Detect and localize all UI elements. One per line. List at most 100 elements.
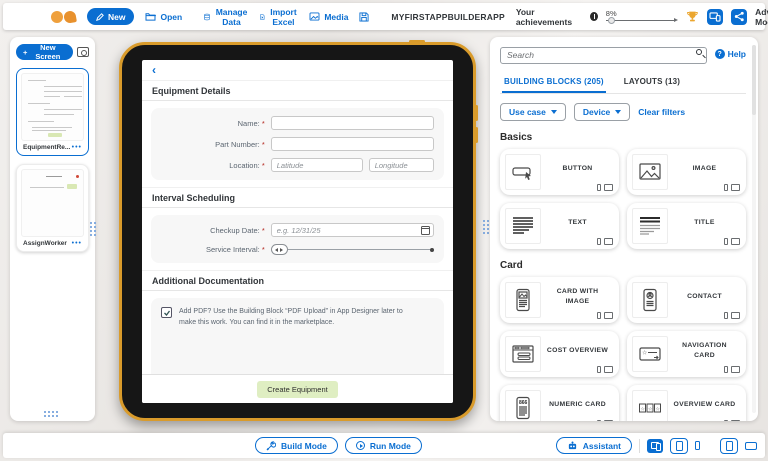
slider-handle[interactable] [271, 244, 288, 255]
part-number-input[interactable] [271, 137, 434, 151]
tablet-power-button [409, 40, 425, 43]
svg-text:☆: ☆ [648, 406, 653, 412]
trophy-icon[interactable] [686, 9, 699, 24]
app-screen: ‹ Equipment Details Name: * Part Number:… [142, 60, 453, 403]
checkup-date-row: Checkup Date: * [161, 223, 434, 237]
tablet-icon [676, 441, 683, 451]
database-icon [204, 12, 210, 22]
achievements-progress[interactable]: 8% [606, 9, 678, 25]
device-canvas-tablet: ‹ Equipment Details Name: * Part Number:… [119, 42, 476, 421]
progress-knob[interactable] [608, 17, 615, 24]
scrollbar[interactable] [752, 45, 756, 413]
pdf-checkbox[interactable] [161, 307, 172, 318]
scrollbar-thumb[interactable] [752, 45, 756, 115]
chevron-down-icon [615, 110, 621, 114]
block-label: IMAGE [668, 164, 741, 180]
run-mode-button[interactable]: Run Mode [345, 437, 422, 454]
new-button[interactable]: New [87, 8, 134, 25]
block-label: BUTTON [541, 164, 614, 180]
screens-panel-resize-handle[interactable] [88, 220, 96, 237]
screen-menu-button[interactable]: ••• [72, 242, 82, 246]
screen-name: AssignWorker [23, 240, 67, 247]
block-card-card-with-image[interactable]: CARD WITH IMAGE [500, 277, 619, 323]
portrait-orientation-button[interactable] [720, 438, 738, 454]
calendar-icon[interactable] [421, 226, 430, 235]
block-card-overview-card[interactable]: ☆☆☆ OVERVIEW CARD [627, 385, 746, 422]
supported-devices [724, 312, 740, 319]
supported-devices [724, 184, 740, 191]
open-button-label: Open [160, 12, 182, 22]
phone-view-button[interactable] [695, 441, 700, 450]
longitude-input[interactable] [369, 158, 434, 172]
share-button[interactable] [731, 9, 747, 25]
back-button[interactable]: ‹ [152, 64, 156, 76]
block-card-image[interactable]: IMAGE [627, 149, 746, 195]
checkup-date-input[interactable] [271, 223, 434, 237]
info-icon[interactable] [590, 12, 598, 21]
block-card-navigation-card[interactable]: ☆ NAVIGATION CARD [627, 331, 746, 377]
build-mode-button[interactable]: Build Mode [255, 437, 338, 454]
svg-text:☆: ☆ [641, 406, 646, 412]
screen-thumbnail-equipment[interactable]: EquipmentRe... ••• [16, 68, 89, 156]
tab-layouts[interactable]: LAYOUTS (13) [622, 73, 682, 93]
screen-preview [21, 169, 84, 237]
screen-title: Equipment Details [152, 86, 231, 96]
block-card-numeric-card[interactable]: 866 NUMERIC CARD [500, 385, 619, 422]
save-button[interactable] [359, 12, 369, 22]
name-input[interactable] [271, 116, 434, 130]
open-button[interactable]: Open [145, 12, 182, 22]
phone-icon [724, 420, 728, 422]
tab-building-blocks[interactable]: BUILDING BLOCKS (205) [502, 73, 606, 93]
image-icon [632, 154, 668, 190]
screen-name: EquipmentRe... [23, 144, 70, 151]
assistant-button[interactable]: Assistant [556, 437, 632, 454]
screens-panel-bottom-handle[interactable] [42, 409, 60, 417]
block-card-cost-overview[interactable]: COST OVERVIEW [500, 331, 619, 377]
part-number-field-row: Part Number: * [161, 137, 434, 151]
landscape-icon [745, 442, 757, 450]
preview-devices-button[interactable] [707, 9, 723, 25]
media-image-icon [309, 12, 320, 21]
desktop-icon [604, 420, 613, 421]
chevron-down-icon [551, 110, 557, 114]
latitude-input[interactable] [271, 158, 363, 172]
tablet-volume-up-button [475, 105, 478, 121]
contact-icon [632, 282, 668, 318]
slider-end-dot [430, 248, 434, 252]
block-card-contact[interactable]: CONTACT [627, 277, 746, 323]
tablet-view-button[interactable] [670, 438, 688, 454]
camera-icon[interactable] [77, 47, 89, 57]
location-field-row: Location: * [161, 158, 434, 172]
manage-data-button[interactable]: Manage Data [204, 7, 249, 27]
canvas-resize-handle[interactable] [481, 218, 489, 235]
progress-track [606, 20, 674, 21]
screen-menu-button[interactable]: ••• [72, 146, 82, 150]
new-screen-label: New Screen [29, 43, 66, 61]
portrait-selected-frame [720, 438, 738, 454]
block-card-button[interactable]: BUTTON [500, 149, 619, 195]
screen-thumbnail-assignworker[interactable]: AssignWorker ••• [16, 164, 89, 252]
media-button[interactable]: Media [309, 12, 348, 22]
device-filter[interactable]: Device [574, 103, 630, 121]
block-card-title[interactable]: TITLE [627, 203, 746, 249]
create-equipment-button[interactable]: Create Equipment [257, 381, 337, 398]
landscape-orientation-button[interactable] [745, 442, 757, 450]
help-button[interactable]: ? Help [715, 49, 746, 59]
search-input[interactable] [500, 47, 707, 64]
supported-devices [597, 366, 613, 373]
new-screen-button[interactable]: + New Screen [16, 44, 73, 60]
block-card-text[interactable]: TEXT [500, 203, 619, 249]
clear-filters-button[interactable]: Clear filters [638, 107, 685, 117]
slider-track [288, 249, 430, 250]
import-excel-button[interactable]: Import Excel [260, 7, 298, 27]
service-interval-slider[interactable] [271, 244, 434, 255]
desktop-icon [604, 312, 613, 319]
responsive-view-button[interactable] [647, 439, 663, 453]
title-icon [632, 208, 668, 244]
service-interval-row: Service Interval: * [161, 244, 434, 255]
manage-data-label: Manage Data [214, 7, 249, 27]
use-case-filter[interactable]: Use case [500, 103, 566, 121]
app-navbar: ‹ [142, 60, 453, 80]
svg-text:☆: ☆ [642, 349, 647, 356]
new-button-label: New [108, 12, 125, 22]
